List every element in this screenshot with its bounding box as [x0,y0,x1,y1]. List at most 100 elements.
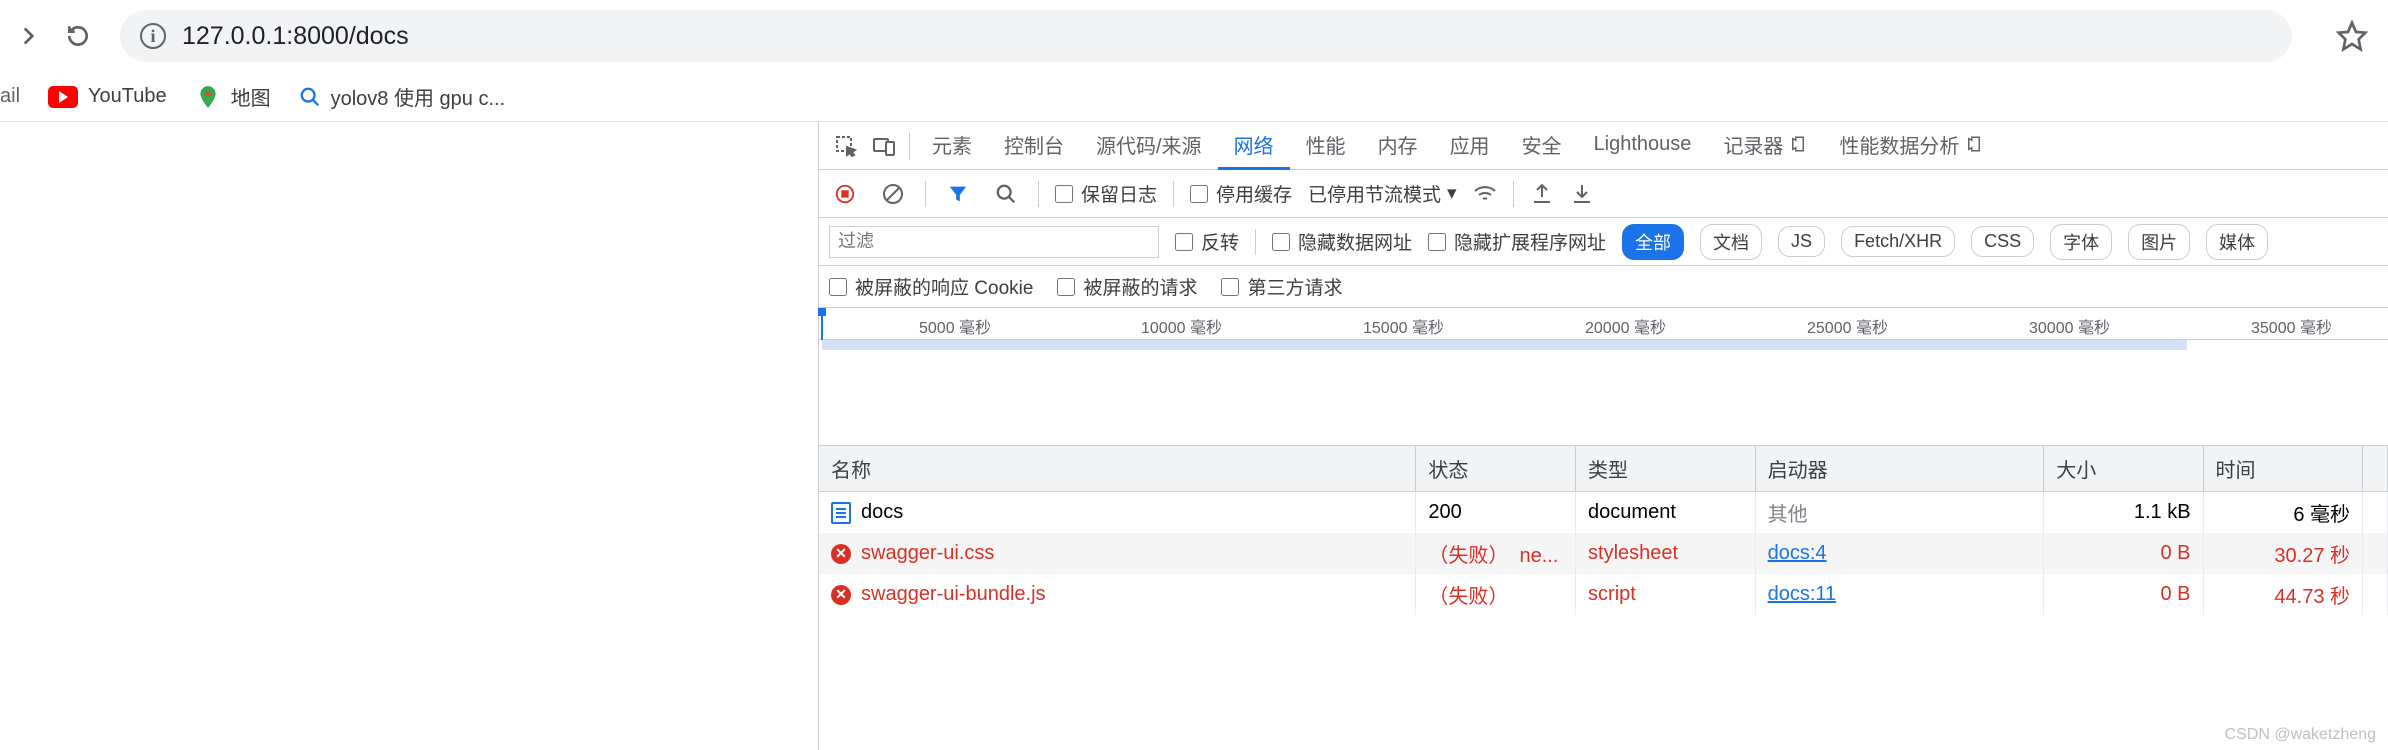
device-toolbar-icon[interactable] [865,122,903,170]
timeline-cursor[interactable] [821,308,823,340]
divider [909,132,910,160]
blocked-requests-checkbox[interactable]: 被屏蔽的请求 [1057,273,1197,300]
table-header-row: 名称 状态 类型 启动器 大小 时间 [819,446,2388,492]
hide-ext-urls-checkbox[interactable]: 隐藏扩展程序网址 [1428,228,1606,255]
third-party-checkbox[interactable]: 第三方请求 [1221,273,1342,300]
bookmark-item[interactable]: ail [0,85,20,108]
tab-recorder[interactable]: 记录器 [1707,122,1823,170]
filter-toggle-button[interactable] [942,178,974,210]
divider [1513,181,1514,207]
hide-data-urls-checkbox[interactable]: 隐藏数据网址 [1272,228,1412,255]
document-icon [831,502,851,524]
bookmark-label: YouTube [88,85,167,108]
col-name[interactable]: 名称 [819,446,1416,492]
request-status: （失败） [1416,574,1576,615]
timeline-tick: 10000 毫秒 [1141,314,1222,338]
request-size: 1.1 kB [2044,492,2203,534]
request-name: swagger-ui-bundle.js [861,583,1046,606]
tab-lighthouse[interactable]: Lighthouse [1578,122,1708,170]
filter-type-img[interactable]: 图片 [2128,224,2190,260]
initiator-text: 其他 [1768,504,1808,526]
col-size[interactable]: 大小 [2044,446,2203,492]
record-button[interactable] [829,178,861,210]
filter-type-all[interactable]: 全部 [1622,224,1684,260]
tab-network[interactable]: 网络 [1218,122,1290,170]
filter-input[interactable] [829,226,1159,258]
request-initiator: 其他 [1755,492,2044,534]
tab-application[interactable]: 应用 [1434,122,1506,170]
maps-icon [195,84,221,110]
tab-elements[interactable]: 元素 [916,122,988,170]
tab-security[interactable]: 安全 [1506,122,1578,170]
filter-row-2: 被屏蔽的响应 Cookie 被屏蔽的请求 第三方请求 [819,266,2388,308]
preserve-log-checkbox[interactable]: 保留日志 [1055,180,1157,207]
request-time: 44.73 秒 [2203,574,2362,615]
timeline-ruler[interactable]: 5000 毫秒 10000 毫秒 15000 毫秒 20000 毫秒 25000… [819,308,2388,340]
tab-performance[interactable]: 性能 [1290,122,1362,170]
request-waterfall [2363,492,2388,534]
col-type[interactable]: 类型 [1576,446,1756,492]
tab-sources[interactable]: 源代码/来源 [1080,122,1218,170]
checkbox-input[interactable] [1055,185,1073,203]
request-status: （失败） ne... [1416,533,1576,574]
bookmark-search[interactable]: yolov8 使用 gpu c... [299,82,506,111]
bookmarks-bar: ail YouTube 地图 yolov8 使用 gpu c... [0,72,2388,122]
tab-perf-insights[interactable]: 性能数据分析 [1823,122,1999,170]
url-text: 127.0.0.1:8000/docs [182,22,409,51]
browser-toolbar: i 127.0.0.1:8000/docs [0,0,2388,72]
reload-button[interactable] [60,18,96,54]
search-icon [299,86,321,108]
wifi-icon[interactable] [1473,182,1497,206]
bookmark-maps[interactable]: 地图 [195,82,271,111]
waterfall-overview[interactable] [819,340,2388,446]
request-status: 200 [1416,492,1576,534]
tab-console[interactable]: 控制台 [988,122,1080,170]
initiator-link[interactable]: docs:4 [1768,542,1827,564]
filter-type-media[interactable]: 媒体 [2206,224,2268,260]
filter-type-css[interactable]: CSS [1971,226,2034,257]
download-icon[interactable] [1570,182,1594,206]
col-status[interactable]: 状态 [1416,446,1576,492]
disable-cache-checkbox[interactable]: 停用缓存 [1190,180,1292,207]
throttling-select[interactable]: 已停用节流模式 ▾ [1308,180,1457,207]
timeline-tick: 5000 毫秒 [919,314,991,338]
filter-type-fetch[interactable]: Fetch/XHR [1841,226,1955,257]
initiator-link[interactable]: docs:11 [1768,583,1837,605]
error-icon: ✕ [831,544,851,564]
filter-type-font[interactable]: 字体 [2050,224,2112,260]
address-bar[interactable]: i 127.0.0.1:8000/docs [120,10,2292,62]
col-initiator[interactable]: 启动器 [1755,446,2044,492]
request-time: 6 毫秒 [2203,492,2362,534]
filter-type-doc[interactable]: 文档 [1700,224,1762,260]
timeline-tick: 25000 毫秒 [1807,314,1888,338]
table-row[interactable]: ✕swagger-ui-bundle.js（失败）scriptdocs:110 … [819,574,2388,615]
waterfall-track [822,340,2187,350]
col-waterfall[interactable] [2363,446,2388,492]
request-initiator: docs:11 [1755,574,2044,615]
search-button[interactable] [990,178,1022,210]
bookmark-star-icon[interactable] [2336,20,2368,52]
blocked-cookies-checkbox[interactable]: 被屏蔽的响应 Cookie [829,273,1033,300]
table-row[interactable]: ✕swagger-ui.css（失败） ne...stylesheetdocs:… [819,533,2388,574]
inspect-element-icon[interactable] [827,122,865,170]
request-waterfall [2363,574,2388,615]
youtube-icon [48,86,78,108]
timeline-tick: 35000 毫秒 [2251,314,2332,338]
devtools-panel: 元素 控制台 源代码/来源 网络 性能 内存 应用 安全 Lighthouse … [818,122,2388,750]
site-info-icon[interactable]: i [140,23,166,49]
chevron-down-icon: ▾ [1447,182,1457,205]
filter-type-js[interactable]: JS [1778,226,1825,257]
forward-button[interactable] [10,18,46,54]
table-row[interactable]: docs200document其他1.1 kB6 毫秒 [819,492,2388,534]
request-initiator: docs:4 [1755,533,2044,574]
clear-button[interactable] [877,178,909,210]
timeline-tick: 30000 毫秒 [2029,314,2110,338]
invert-checkbox[interactable]: 反转 [1175,228,1239,255]
divider [1173,181,1174,207]
checkbox-input[interactable] [1190,185,1208,203]
tab-memory[interactable]: 内存 [1362,122,1434,170]
upload-icon[interactable] [1530,182,1554,206]
devtools-tabs: 元素 控制台 源代码/来源 网络 性能 内存 应用 安全 Lighthouse … [819,122,2388,170]
bookmark-youtube[interactable]: YouTube [48,85,167,108]
col-time[interactable]: 时间 [2203,446,2362,492]
